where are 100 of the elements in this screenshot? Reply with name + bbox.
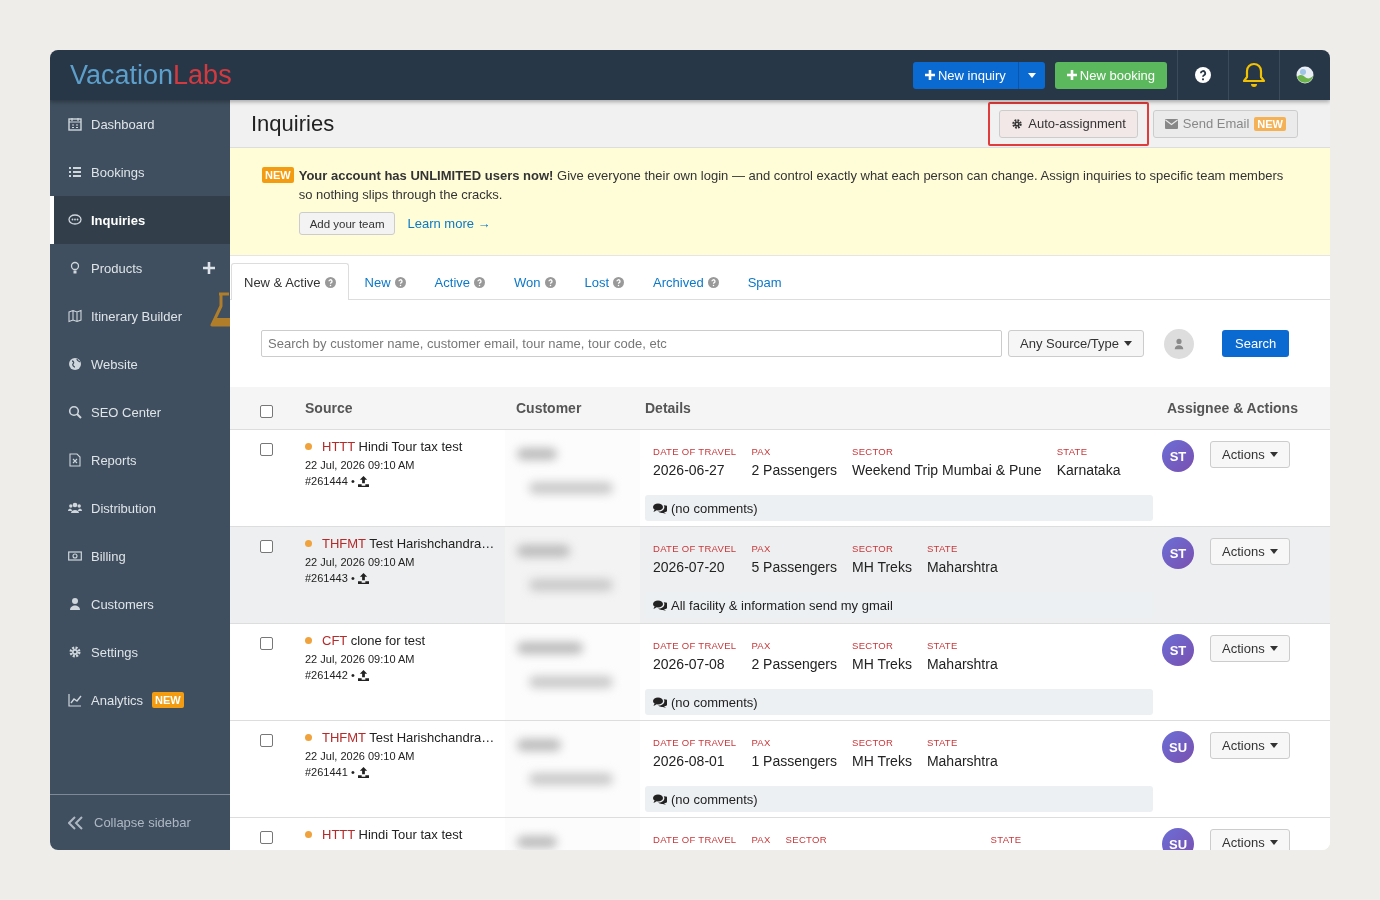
dropdown-button[interactable] — [1017, 61, 1045, 89]
field-value: 2026-07-20 — [653, 559, 726, 575]
field-label: SECTOR — [852, 446, 895, 457]
gear-icon — [1011, 117, 1024, 130]
field-label: DATE OF TRAVEL — [653, 834, 737, 845]
flask-icon — [210, 292, 230, 328]
assignee-avatar[interactable]: ST — [1162, 634, 1194, 666]
source-title[interactable]: THFMT Test Harishchandra… — [322, 730, 495, 745]
inquiry-date: 22 Jul, 2026 09:10 AM — [305, 750, 416, 762]
upload-icon — [357, 572, 369, 584]
user-avatar[interactable] — [1296, 66, 1314, 84]
field-value: 2 Passengers — [751, 462, 837, 478]
help-icon[interactable] — [1195, 67, 1211, 83]
sidebar-item[interactable]: Analytics NEW — [50, 676, 230, 724]
sidebar-item[interactable]: Customers — [50, 580, 230, 628]
source-type-dropdown[interactable]: Any Source/Type — [1008, 330, 1144, 357]
sidebar-item[interactable]: Products — [50, 244, 230, 292]
assignee-avatar[interactable]: SU — [1162, 828, 1194, 850]
logo[interactable]: VacationLabs — [70, 59, 232, 91]
search-button[interactable]: Search — [1222, 330, 1290, 357]
select-all-checkbox[interactable] — [260, 404, 273, 418]
help-icon — [324, 276, 336, 288]
row-checkbox[interactable] — [260, 831, 273, 844]
field-label: STATE — [926, 737, 959, 748]
comments-icon — [653, 599, 667, 611]
comment-bar: (no comments) — [645, 689, 1153, 715]
comments-icon — [653, 502, 667, 514]
status-dot — [305, 831, 312, 838]
source-title[interactable]: HTTT Hindi Tour tax test — [322, 827, 463, 842]
field-label: STATE — [926, 543, 959, 554]
tab[interactable]: Won — [498, 263, 569, 300]
actions-button[interactable]: Actions — [1210, 829, 1290, 850]
tab[interactable]: Active — [418, 263, 498, 300]
field-label: DATE OF TRAVEL — [653, 737, 737, 748]
source-title[interactable]: CFT clone for test — [322, 633, 426, 648]
tab[interactable]: New — [348, 263, 419, 300]
caret-icon — [1269, 549, 1278, 554]
field-value: Weekend Trip Mumbai & Pune — [852, 462, 1042, 478]
field-value: Maharshtra — [926, 753, 998, 769]
field-label: SECTOR — [785, 834, 828, 845]
add-team-button[interactable]: Add your team — [298, 212, 396, 235]
menu-icon — [68, 501, 82, 515]
field-value: 2026-07-08 — [653, 656, 726, 672]
row-checkbox[interactable] — [260, 540, 273, 553]
sidebar-item[interactable]: Bookings — [50, 148, 230, 196]
assignee-avatar[interactable]: ST — [1162, 537, 1194, 569]
tab[interactable]: Spam — [731, 263, 795, 300]
actions-button[interactable]: Actions — [1210, 538, 1290, 565]
announcement-text: Your account has UNLIMITED users now! Give everyone their own login — and control exactly what each person can change. Assign inquiries to specific team members so nothing slips through the cracks. — [298, 167, 1285, 204]
search-field[interactable]: Search by customer name, customer email, tour name, tour code, etc — [261, 330, 1002, 357]
column-header: Assignee & Actions — [1166, 400, 1299, 416]
menu-icon — [68, 693, 82, 707]
upload-icon — [357, 669, 369, 681]
learn-more-link[interactable]: Learn more → — [407, 216, 491, 231]
row-checkbox[interactable] — [260, 637, 273, 650]
upload-icon — [357, 475, 369, 487]
new-badge: NEW — [1254, 116, 1286, 131]
column-header: Customer — [515, 400, 583, 416]
new-badge: NEW — [152, 692, 184, 708]
field-value: MH Treks — [852, 656, 912, 672]
row-checkbox[interactable] — [260, 734, 273, 747]
field-label: PAX — [751, 834, 771, 845]
menu-icon — [68, 597, 82, 611]
source-title[interactable]: HTTT Hindi Tour tax test — [322, 439, 463, 454]
assignee-avatar[interactable]: ST — [1162, 440, 1194, 472]
add-icon[interactable] — [203, 262, 215, 274]
actions-button[interactable]: Actions — [1210, 635, 1290, 662]
actions-button[interactable]: Actions — [1210, 441, 1290, 468]
row-checkbox[interactable] — [260, 443, 273, 456]
field-value: Maharshtra — [926, 656, 998, 672]
auto-assignment-button[interactable]: Auto-assignment — [999, 109, 1138, 138]
sidebar-item[interactable]: Reports — [50, 436, 230, 484]
tab[interactable]: Lost — [568, 263, 638, 300]
sidebar-item[interactable]: Website — [50, 340, 230, 388]
sidebar-item[interactable]: SEO Center — [50, 388, 230, 436]
field-label: PAX — [751, 640, 772, 651]
assignee-filter[interactable] — [1164, 328, 1194, 359]
sidebar-item[interactable]: Inquiries — [50, 196, 230, 244]
menu-icon — [68, 453, 82, 467]
sidebar-item[interactable]: Distribution — [50, 484, 230, 532]
field-value: Maharshtra — [926, 559, 998, 575]
caret-icon — [1269, 646, 1278, 651]
inquiry-id: #261444 • — [305, 475, 355, 487]
source-title[interactable]: THFMT Test Harishchandra… — [322, 536, 495, 551]
help-icon — [544, 276, 556, 288]
double-chevron-icon — [68, 815, 84, 830]
field-value: 2026-06-27 — [653, 462, 726, 478]
caret-icon — [1124, 341, 1132, 346]
tab[interactable]: Archived — [637, 263, 732, 300]
sidebar-item[interactable]: Settings — [50, 628, 230, 676]
field-label: PAX — [751, 446, 772, 457]
actions-button[interactable]: Actions — [1210, 732, 1290, 759]
sidebar-item[interactable]: Dashboard — [50, 100, 230, 148]
comments-icon — [653, 696, 667, 708]
bell-icon[interactable] — [1242, 62, 1266, 88]
assignee-avatar[interactable]: SU — [1162, 731, 1194, 763]
tab[interactable]: New & Active — [231, 263, 349, 300]
sidebar-item[interactable]: Billing — [50, 532, 230, 580]
sidebar-item[interactable]: Itinerary Builder — [50, 292, 230, 340]
new-inquiry-button[interactable]: New inquiry — [912, 61, 1018, 89]
